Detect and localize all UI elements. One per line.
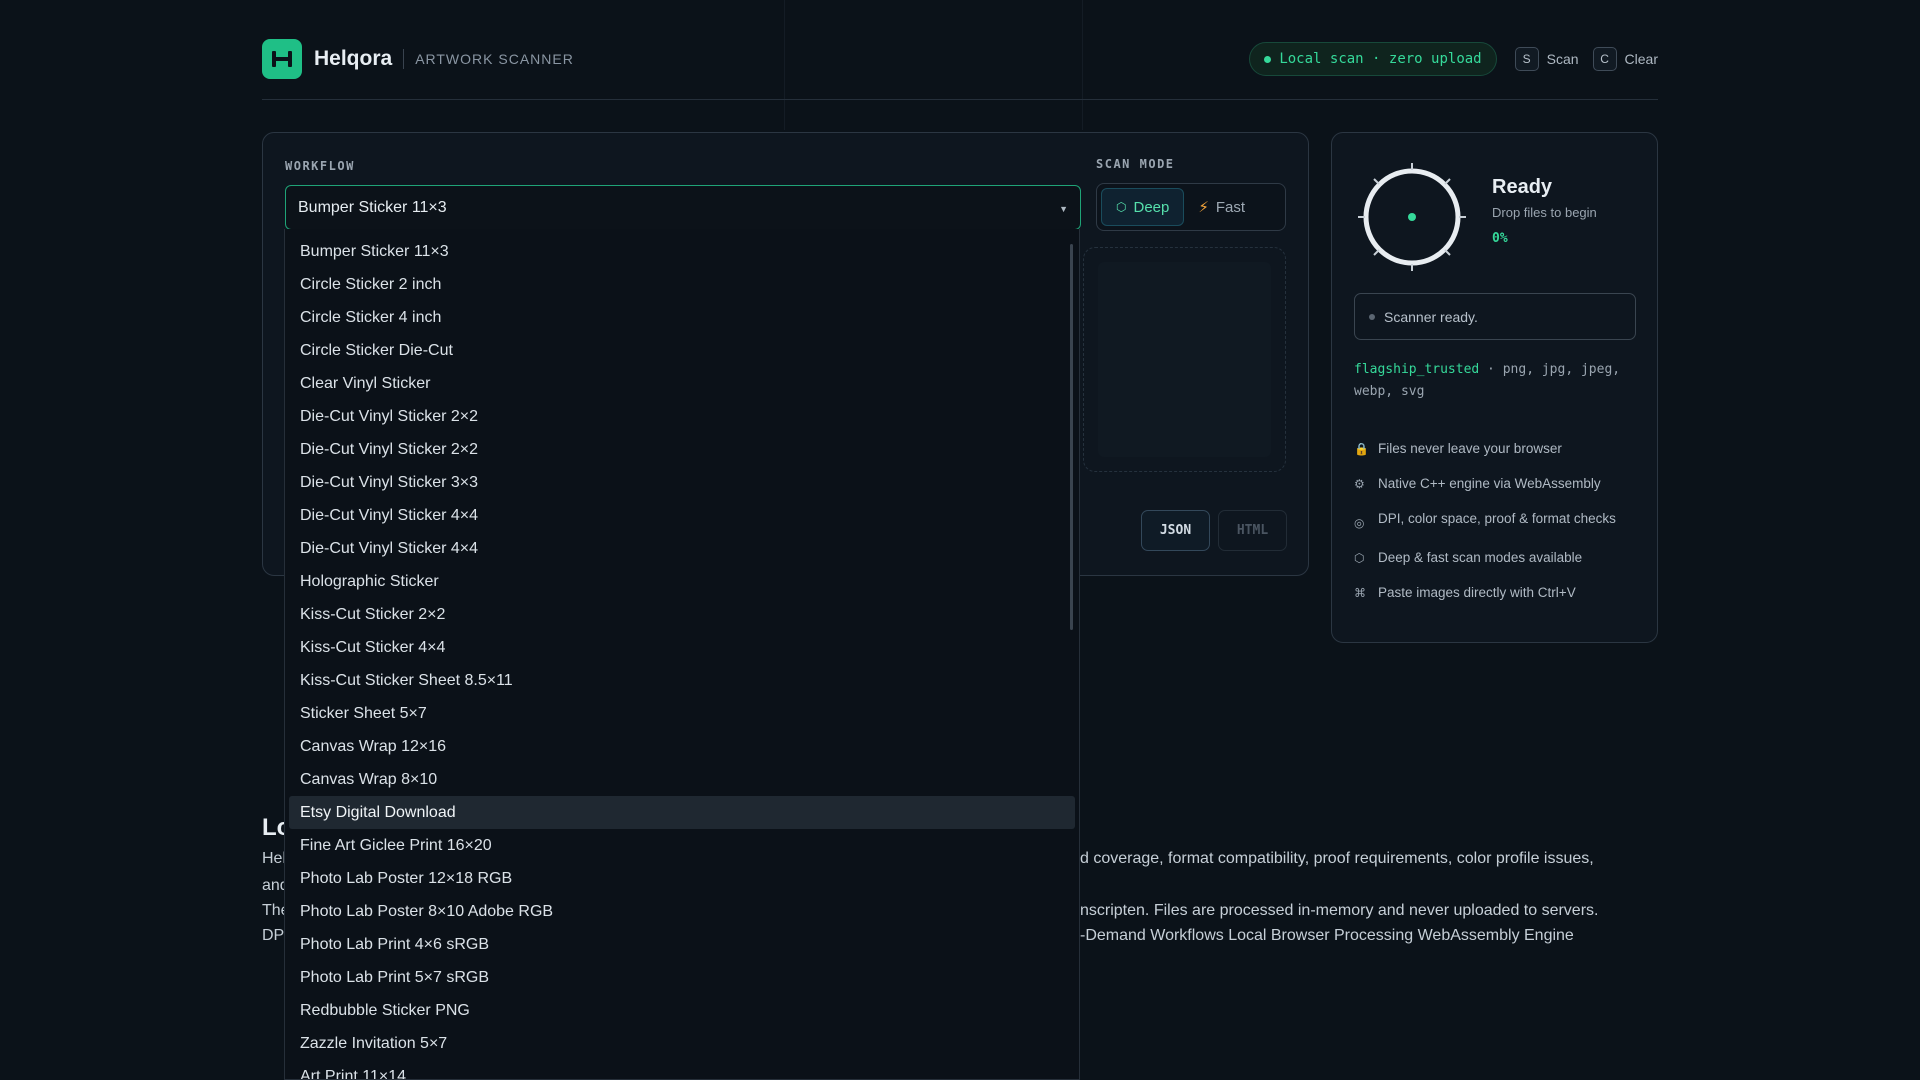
workflow-option[interactable]: Die-Cut Vinyl Sticker 2×2 bbox=[289, 433, 1075, 466]
drop-zone-inner bbox=[1098, 262, 1271, 457]
export-html-button[interactable]: HTML bbox=[1218, 510, 1287, 551]
dropdown-scrollbar[interactable] bbox=[1070, 244, 1073, 630]
workflow-option[interactable]: Photo Lab Poster 12×18 RGB bbox=[289, 862, 1075, 895]
feature-text: Deep & fast scan modes available bbox=[1378, 550, 1583, 565]
hexagon-icon: ⬡ bbox=[1116, 200, 1127, 214]
command-icon: ⌘ bbox=[1354, 586, 1366, 600]
workflow-option[interactable]: Bumper Sticker 11×3 bbox=[289, 235, 1075, 268]
app-header: Helqora ARTWORK SCANNER Local scan · zer… bbox=[262, 38, 1658, 80]
scan-shortcut-label: Scan bbox=[1546, 51, 1579, 67]
brand-name: Helqora bbox=[314, 47, 393, 70]
gear-icon: ⚙ bbox=[1354, 477, 1365, 491]
clear-shortcut-label: Clear bbox=[1624, 51, 1658, 67]
supported-formats: flagship_trusted · png, jpg, jpeg, webp,… bbox=[1354, 359, 1639, 403]
lock-icon: 🔒 bbox=[1354, 442, 1369, 456]
workflow-option[interactable]: Fine Art Giclee Print 16×20 bbox=[289, 829, 1075, 862]
workflow-option[interactable]: Die-Cut Vinyl Sticker 3×3 bbox=[289, 466, 1075, 499]
local-scan-label: Local scan · zero upload bbox=[1279, 51, 1482, 67]
scan-mode-toggle: ⬡ Deep ⚡ Fast bbox=[1096, 183, 1286, 231]
workflow-option[interactable]: Canvas Wrap 12×16 bbox=[289, 730, 1075, 763]
export-json-button[interactable]: JSON bbox=[1141, 510, 1210, 551]
workflow-option[interactable]: Kiss-Cut Sticker Sheet 8.5×11 bbox=[289, 664, 1075, 697]
scanner-message-text: Scanner ready. bbox=[1384, 308, 1478, 325]
feature-text: Paste images directly with Ctrl+V bbox=[1378, 585, 1576, 600]
feature-item: ◎ DPI, color space, proof & format check… bbox=[1354, 508, 1644, 534]
clear-shortcut[interactable]: C Clear bbox=[1592, 47, 1658, 71]
lightning-icon: ⚡ bbox=[1198, 199, 1209, 216]
workflow-option[interactable]: Clear Vinyl Sticker bbox=[289, 367, 1075, 400]
brand-divider bbox=[403, 49, 405, 69]
feature-item: ⬡ Deep & fast scan modes available bbox=[1354, 547, 1644, 569]
deep-mode-label: Deep bbox=[1133, 198, 1170, 216]
workflow-option[interactable]: Photo Lab Poster 8×10 Adobe RGB bbox=[289, 895, 1075, 928]
body-text-line: d coverage, format compatibility, proof … bbox=[1080, 850, 1594, 867]
body-text-line: -Demand Workflows Local Browser Processi… bbox=[1080, 927, 1574, 944]
local-scan-badge: Local scan · zero upload bbox=[1249, 42, 1497, 76]
workflow-select[interactable]: Bumper Sticker 11×3 ▼ bbox=[285, 185, 1081, 230]
scan-key: S bbox=[1514, 47, 1539, 71]
scan-shortcut[interactable]: S Scan bbox=[1514, 47, 1579, 71]
scanner-message: Scanner ready. bbox=[1354, 293, 1636, 340]
header-divider bbox=[262, 99, 1658, 100]
feature-item: ⌘ Paste images directly with Ctrl+V bbox=[1354, 582, 1644, 604]
brand-subtitle: ARTWORK SCANNER bbox=[415, 51, 574, 67]
workflow-option[interactable]: Etsy Digital Download bbox=[289, 796, 1075, 829]
status-title: Ready bbox=[1492, 176, 1553, 198]
chevron-down-icon: ▼ bbox=[1059, 204, 1068, 214]
workflow-option[interactable]: Canvas Wrap 8×10 bbox=[289, 763, 1075, 796]
workflow-option[interactable]: Photo Lab Print 4×6 sRGB bbox=[289, 928, 1075, 961]
feature-text: Files never leave your browser bbox=[1378, 441, 1562, 456]
message-dot-icon bbox=[1369, 313, 1375, 320]
status-dot-icon bbox=[1264, 55, 1272, 63]
feature-text: Native C++ engine via WebAssembly bbox=[1378, 476, 1601, 491]
profile-name: flagship_trusted bbox=[1354, 362, 1480, 377]
status-subtitle: Drop files to begin bbox=[1492, 205, 1597, 220]
workflow-dropdown-list[interactable]: Bumper Sticker 11×3 Circle Sticker 2 inch… bbox=[284, 229, 1080, 1080]
logo-icon bbox=[262, 39, 302, 79]
workflow-option[interactable]: Photo Lab Print 5×7 sRGB bbox=[289, 961, 1075, 994]
workflow-option[interactable]: Zazzle Invitation 5×7 bbox=[289, 1027, 1075, 1060]
progress-percent: 0% bbox=[1492, 231, 1508, 246]
workflow-selected-value: Bumper Sticker 11×3 bbox=[298, 198, 447, 216]
feature-list: 🔒 Files never leave your browser ⚙ Nativ… bbox=[1354, 438, 1644, 617]
workflow-label: WORKFLOW bbox=[285, 159, 355, 173]
workflow-option[interactable]: Sticker Sheet 5×7 bbox=[289, 697, 1075, 730]
feature-text: DPI, color space, proof & format checks bbox=[1378, 511, 1616, 526]
target-icon: ◎ bbox=[1354, 516, 1365, 530]
feature-item: 🔒 Files never leave your browser bbox=[1354, 438, 1644, 460]
body-text-line: nscripten. Files are processed in-memory… bbox=[1080, 902, 1599, 919]
workflow-option[interactable]: Die-Cut Vinyl Sticker 4×4 bbox=[289, 532, 1075, 565]
clear-key: C bbox=[1592, 47, 1617, 71]
fast-mode-label: Fast bbox=[1215, 198, 1246, 216]
scan-mode-label: SCAN MODE bbox=[1096, 157, 1175, 171]
workflow-option[interactable]: Kiss-Cut Sticker 2×2 bbox=[289, 598, 1075, 631]
workflow-options: Bumper Sticker 11×3 Circle Sticker 2 inch… bbox=[285, 229, 1079, 1080]
workflow-option[interactable]: Circle Sticker 2 inch bbox=[289, 268, 1075, 301]
file-drop-zone[interactable] bbox=[1083, 247, 1286, 472]
workflow-option[interactable]: Circle Sticker Die-Cut bbox=[289, 334, 1075, 367]
workflow-option[interactable]: Holographic Sticker bbox=[289, 565, 1075, 598]
workflow-option[interactable]: Die-Cut Vinyl Sticker 2×2 bbox=[289, 400, 1075, 433]
hexagon-icon: ⬡ bbox=[1354, 551, 1365, 565]
status-panel: Ready Drop files to begin 0% Scanner rea… bbox=[1331, 132, 1658, 643]
deep-mode-button[interactable]: ⬡ Deep bbox=[1101, 188, 1185, 226]
workflow-option[interactable]: Circle Sticker 4 inch bbox=[289, 301, 1075, 334]
workflow-option[interactable]: Redbubble Sticker PNG bbox=[289, 994, 1075, 1027]
workflow-option[interactable]: Kiss-Cut Sticker 4×4 bbox=[289, 631, 1075, 664]
progress-dial bbox=[1358, 163, 1466, 271]
fast-mode-button[interactable]: ⚡ Fast bbox=[1184, 188, 1259, 226]
workflow-option[interactable]: Art Print 11×14 bbox=[289, 1060, 1075, 1080]
feature-item: ⚙ Native C++ engine via WebAssembly bbox=[1354, 473, 1644, 495]
workflow-option[interactable]: Die-Cut Vinyl Sticker 4×4 bbox=[289, 499, 1075, 532]
body-text-fragment: Hel bbox=[262, 850, 287, 867]
